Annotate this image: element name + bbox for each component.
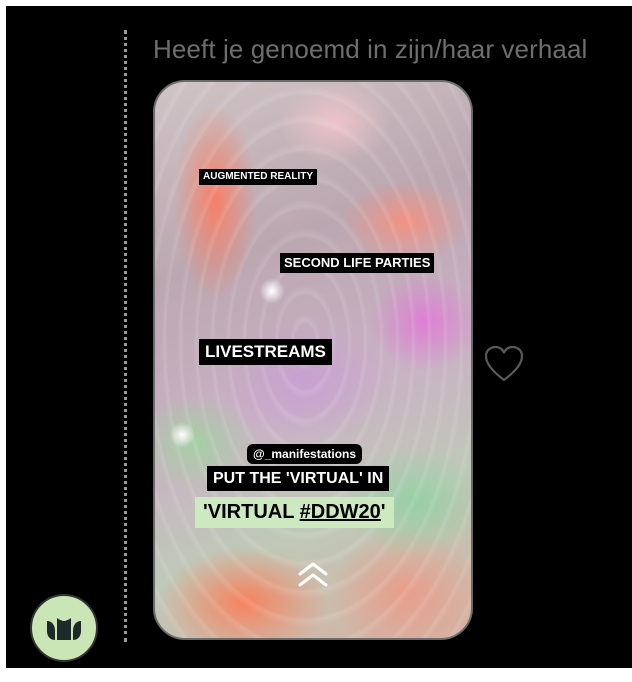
sticker-livestreams: LIVESTREAMS: [199, 339, 332, 366]
sparkle-icon: [257, 276, 287, 306]
sticker-virtual-suffix: ': [380, 501, 386, 523]
bottom-border: [0, 668, 632, 682]
sticker-second-life-parties: SECOND LIFE PARTIES: [280, 253, 435, 273]
manifestations-logo-icon: [47, 618, 81, 640]
chevron-double-up-icon[interactable]: [296, 560, 330, 590]
message-thread: Heeft je genoemd in zijn/haar verhaal AU…: [6, 6, 632, 668]
thread-divider: [124, 30, 127, 642]
sticker-put-the-virtual: PUT THE 'VIRTUAL' IN: [207, 466, 390, 492]
mention-sticker[interactable]: @_manifestations: [247, 444, 363, 464]
sticker-virtual-prefix: 'VIRTUAL: [203, 501, 300, 523]
sticker-virtual-ddw20: 'VIRTUAL #DDW20': [195, 497, 394, 528]
sticker-augmented-reality: AUGMENTED REALITY: [199, 169, 317, 185]
story-preview[interactable]: AUGMENTED REALITY SECOND LIFE PARTIES LI…: [153, 80, 473, 640]
sender-avatar[interactable]: [30, 594, 98, 662]
hashtag-link[interactable]: #DDW20: [300, 501, 381, 523]
story-mention-caption: Heeft je genoemd in zijn/haar verhaal: [153, 34, 588, 64]
heart-icon[interactable]: [483, 344, 525, 384]
sparkle-icon: [167, 420, 197, 450]
